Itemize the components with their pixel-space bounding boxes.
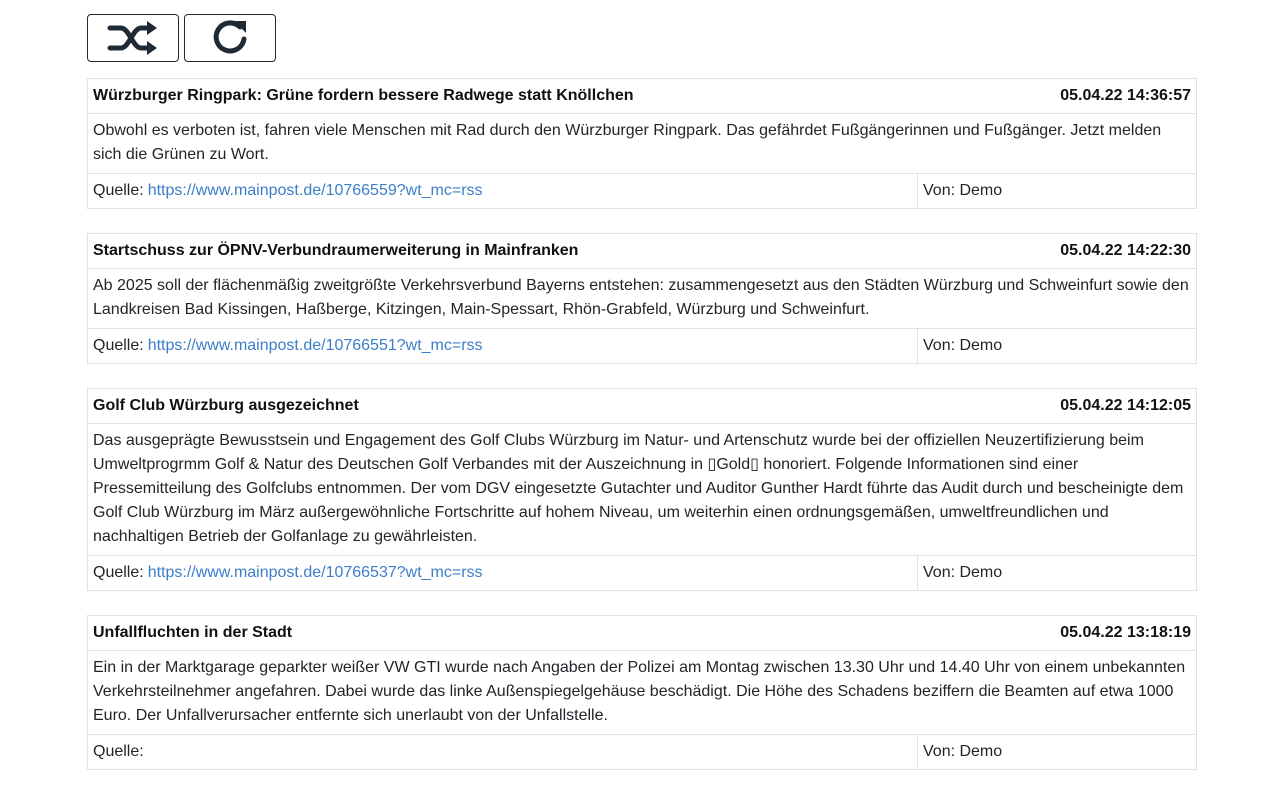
article-card: Unfallfluchten in der Stadt 05.04.22 13:… [87,615,1197,770]
article-list: Würzburger Ringpark: Grüne fordern besse… [87,78,1197,794]
article-author: Von: Demo [923,564,1003,581]
toolbar [87,14,276,62]
article-title: Golf Club Würzburg ausgezeichnet [93,397,359,414]
article-source: Quelle: https://www.mainpost.de/10766551… [88,329,918,363]
article-date: 05.04.22 14:36:57 [1060,87,1191,104]
article-author: Von: Demo [923,337,1003,354]
article-title: Startschuss zur ÖPNV-Verbundraumerweiter… [93,242,579,259]
article-summary: Ein in der Marktgarage geparkter weißer … [88,650,1196,734]
article-date: 05.04.22 14:12:05 [1060,397,1191,414]
article-date: 05.04.22 13:18:19 [1060,624,1191,641]
article-meta: Quelle: https://www.mainpost.de/10766537… [88,555,1196,590]
article-header: Würzburger Ringpark: Grüne fordern besse… [88,79,1196,113]
article-author: Von: Demo [923,743,1003,760]
article-meta: Quelle: https://www.mainpost.de/10766551… [88,328,1196,363]
source-label: Quelle: [93,564,144,581]
article-header: Startschuss zur ÖPNV-Verbundraumerweiter… [88,234,1196,268]
article-header: Unfallfluchten in der Stadt 05.04.22 13:… [88,616,1196,650]
article-header: Golf Club Würzburg ausgezeichnet 05.04.2… [88,389,1196,423]
source-label: Quelle: [93,743,144,760]
article-date: 05.04.22 14:22:30 [1060,242,1191,259]
reload-icon [213,20,247,54]
article-source: Quelle: https://www.mainpost.de/10766559… [88,174,918,208]
article-meta: Quelle: https://www.mainpost.de/10766559… [88,173,1196,208]
shuffle-button[interactable] [87,14,179,62]
article-card: Würzburger Ringpark: Grüne fordern besse… [87,78,1197,209]
source-label: Quelle: [93,337,144,354]
article-title: Würzburger Ringpark: Grüne fordern besse… [93,87,634,104]
article-title: Unfallfluchten in der Stadt [93,624,293,641]
source-label: Quelle: [93,182,144,199]
article-meta: Quelle: Von: Demo [88,734,1196,769]
shuffle-icon [107,21,157,55]
source-link[interactable]: https://www.mainpost.de/10766559?wt_mc=r… [148,182,483,200]
source-link[interactable]: https://www.mainpost.de/10766551?wt_mc=r… [148,337,483,355]
article-card: Startschuss zur ÖPNV-Verbundraumerweiter… [87,233,1197,364]
article-source: Quelle: [88,735,918,769]
article-summary: Das ausgeprägte Bewusstsein und Engageme… [88,423,1196,555]
article-card: Golf Club Würzburg ausgezeichnet 05.04.2… [87,388,1197,591]
reload-button[interactable] [184,14,276,62]
article-source: Quelle: https://www.mainpost.de/10766537… [88,556,918,590]
source-link[interactable]: https://www.mainpost.de/10766537?wt_mc=r… [148,564,483,582]
article-summary: Obwohl es verboten ist, fahren viele Men… [88,113,1196,173]
article-author: Von: Demo [923,182,1003,199]
article-summary: Ab 2025 soll der flächenmäßig zweitgrößt… [88,268,1196,328]
